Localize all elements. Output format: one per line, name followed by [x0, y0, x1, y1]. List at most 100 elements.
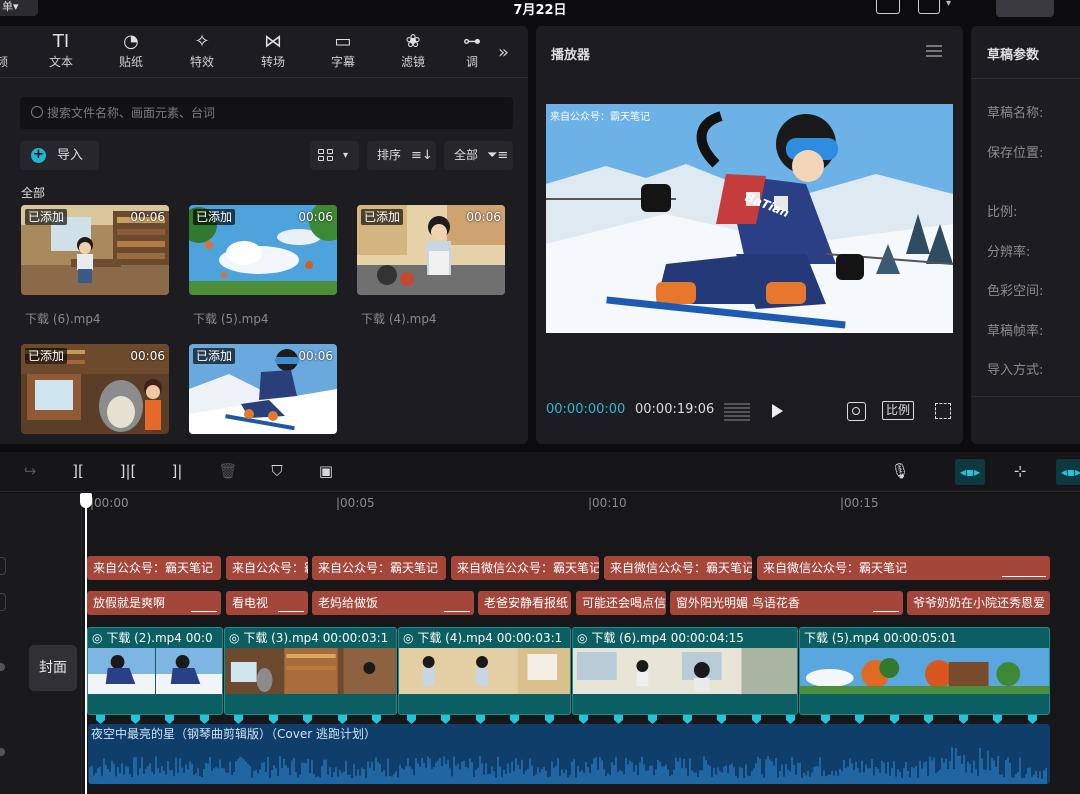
- text-clip[interactable]: 来自微信公众号：霸天笔记: [757, 556, 1050, 580]
- delete-icon[interactable]: 🗑: [218, 462, 238, 482]
- snap-icon[interactable]: ◂▪▸: [1056, 459, 1080, 485]
- video-clip[interactable]: 下载 (5).mp4 00:00:05:01: [799, 627, 1050, 715]
- link-icon[interactable]: ⊹: [1008, 462, 1032, 482]
- video-clip[interactable]: ◎ 下载 (6).mp4 00:00:04:15: [572, 627, 798, 715]
- duration-label: 00:06: [298, 349, 333, 363]
- split-left-icon[interactable]: ][: [68, 462, 88, 482]
- tab-effects[interactable]: ✧ 特效: [172, 30, 232, 76]
- track-lock-icon[interactable]: [0, 557, 6, 575]
- beat-marker: [476, 715, 485, 724]
- layout-icon[interactable]: [918, 0, 940, 14]
- tab-sticker[interactable]: ◔ 贴纸: [101, 30, 161, 76]
- sticker-icon: ◔: [123, 31, 139, 52]
- microphone-icon[interactable]: 🎙: [890, 462, 910, 482]
- audio-clip[interactable]: 夜空中最亮的星（钢琴曲剪辑版）（Cover 逃跑计划）: [88, 724, 1050, 784]
- auto-caption-icon[interactable]: ▣: [314, 462, 338, 482]
- tab-media-partial[interactable]: 频: [0, 30, 8, 76]
- tab-label: 滤镜: [400, 55, 425, 69]
- speed-icon: ◎: [229, 631, 240, 645]
- split-right-icon[interactable]: ]|: [167, 462, 187, 482]
- media-item[interactable]: 已添加 00:06: [21, 205, 169, 295]
- filter-button[interactable]: 全部 ⏷≡: [444, 141, 513, 170]
- redo-icon[interactable]: ↪: [20, 462, 40, 482]
- tab-captions[interactable]: ▭ 字幕: [313, 30, 373, 76]
- clip-text: 放假就是爽啊: [93, 596, 166, 610]
- tab-filter[interactable]: ❀ 滤镜: [383, 30, 443, 76]
- ratio-button[interactable]: 比例: [882, 401, 914, 420]
- watermark-text: 来自公众号：霸天笔记: [550, 112, 650, 123]
- beat-marker: [579, 715, 588, 724]
- tab-text[interactable]: TI 文本: [31, 30, 91, 76]
- playhead[interactable]: [85, 493, 87, 794]
- clip-thumbnails: [573, 648, 797, 694]
- shortcut-icon[interactable]: [876, 0, 900, 14]
- track-visibility-icon[interactable]: [0, 663, 5, 671]
- text-clip[interactable]: 爷爷奶奶在小院还秀恩爱: [907, 591, 1050, 615]
- waveform-view-icon[interactable]: [724, 403, 750, 421]
- media-item[interactable]: 已添加 00:06: [357, 205, 505, 295]
- track-lock-icon[interactable]: [0, 593, 6, 611]
- tab-adjust[interactable]: ⊶ 调: [452, 30, 492, 76]
- sort-button[interactable]: 排序 ≡↓: [367, 141, 436, 170]
- video-clip[interactable]: ◎ 下载 (4).mp4 00:00:03:1: [398, 627, 571, 715]
- player-title: 播放器: [551, 48, 591, 63]
- split-icon[interactable]: ]|[: [118, 462, 138, 482]
- text-clip[interactable]: 老妈给做饭: [312, 591, 474, 615]
- clip-duration: 00:00:03:1: [322, 631, 389, 645]
- ruler-label: |00:10: [588, 496, 627, 510]
- screenshot-icon[interactable]: [847, 402, 866, 421]
- tab-label: 文本: [48, 55, 73, 69]
- draft-name-label: 草稿名称:: [987, 106, 1044, 121]
- menu-icon[interactable]: [926, 45, 942, 57]
- chevron-down-icon[interactable]: ▾: [946, 0, 970, 16]
- video-clip[interactable]: ◎ 下载 (2).mp4 00:0: [87, 627, 223, 715]
- text-clip[interactable]: 老爸安静看报纸: [478, 591, 571, 615]
- fullscreen-icon[interactable]: [935, 403, 951, 419]
- text-clip[interactable]: 放假就是爽啊: [87, 591, 221, 615]
- beat-marker: [959, 715, 968, 724]
- playhead-handle[interactable]: [80, 493, 92, 508]
- search-input[interactable]: [47, 97, 497, 129]
- text-clip[interactable]: 来自公众号：霸天笔记: [312, 556, 446, 580]
- tab-transition[interactable]: ⋈ 转场: [243, 30, 303, 76]
- video-preview[interactable]: 来自公众号：霸天笔记 BaTian: [546, 104, 953, 333]
- tool-tabs: 频 TI 文本 ◔ 贴纸 ✧ 特效 ⋈ 转场 ▭ 字幕 ❀ 滤镜 ⊶ 调 »: [0, 26, 528, 78]
- beat-marker: [855, 715, 864, 724]
- text-clip[interactable]: 来自微信公众号：霸天笔记: [451, 556, 599, 580]
- video-clip[interactable]: ◎ 下载 (3).mp4 00:00:03:1: [224, 627, 397, 715]
- beat-marker: [441, 715, 450, 724]
- media-icon: [0, 30, 8, 54]
- cover-button[interactable]: 封面: [29, 645, 77, 691]
- text-clip[interactable]: 可能还会喝点信: [576, 591, 666, 615]
- media-filename: 下载 (4).mp4: [361, 312, 437, 326]
- clip-text: 看电视: [232, 596, 269, 610]
- captions-icon: ▭: [334, 31, 352, 52]
- text-clip[interactable]: 来自公众号：霸: [226, 556, 308, 580]
- text-clip[interactable]: 窗外阳光明媚 鸟语花香: [670, 591, 903, 615]
- sort-label: 排序: [377, 148, 402, 162]
- play-icon[interactable]: [772, 404, 783, 418]
- chevron-right-icon[interactable]: »: [498, 42, 509, 63]
- timeline-toolbar: ↪ ][ ]|[ ]| 🗑 ⛉ ▣ 🎙 ◂▪▸ ⊹ ◂▪▸: [0, 452, 1080, 492]
- media-item[interactable]: 已添加 00:06: [21, 344, 169, 434]
- marker-icon[interactable]: ⛉: [267, 462, 287, 482]
- import-button[interactable]: + 导入: [20, 141, 99, 170]
- clip-text: 来自微信公众号：霸天笔记: [763, 561, 908, 575]
- filter-icon: ❀: [405, 31, 421, 52]
- ruler-label: |00:00: [90, 496, 129, 510]
- main-track-magnet-icon[interactable]: ◂▪▸: [955, 459, 985, 485]
- text-clip[interactable]: 来自公众号：霸天笔记: [87, 556, 221, 580]
- text-clip[interactable]: 来自微信公众号：霸天笔记: [604, 556, 752, 580]
- media-item[interactable]: 已添加 00:06: [189, 344, 337, 434]
- track-mute-icon[interactable]: [0, 748, 5, 756]
- tab-label: 字幕: [330, 55, 355, 69]
- media-item[interactable]: 已添加 00:06: [189, 205, 337, 295]
- clip-text: 来自微信公众号：霸天笔记: [457, 561, 599, 575]
- beat-marker: [372, 715, 381, 724]
- import-mode-label: 导入方式:: [987, 363, 1044, 378]
- text-clip[interactable]: 看电视: [226, 591, 308, 615]
- time-ruler[interactable]: |00:00 |00:05 |00:10 |00:15: [84, 493, 1080, 515]
- view-mode-button[interactable]: ▾: [310, 141, 359, 170]
- clip-text: 可能还会喝点信: [582, 596, 666, 610]
- export-button[interactable]: 导出: [996, 0, 1054, 17]
